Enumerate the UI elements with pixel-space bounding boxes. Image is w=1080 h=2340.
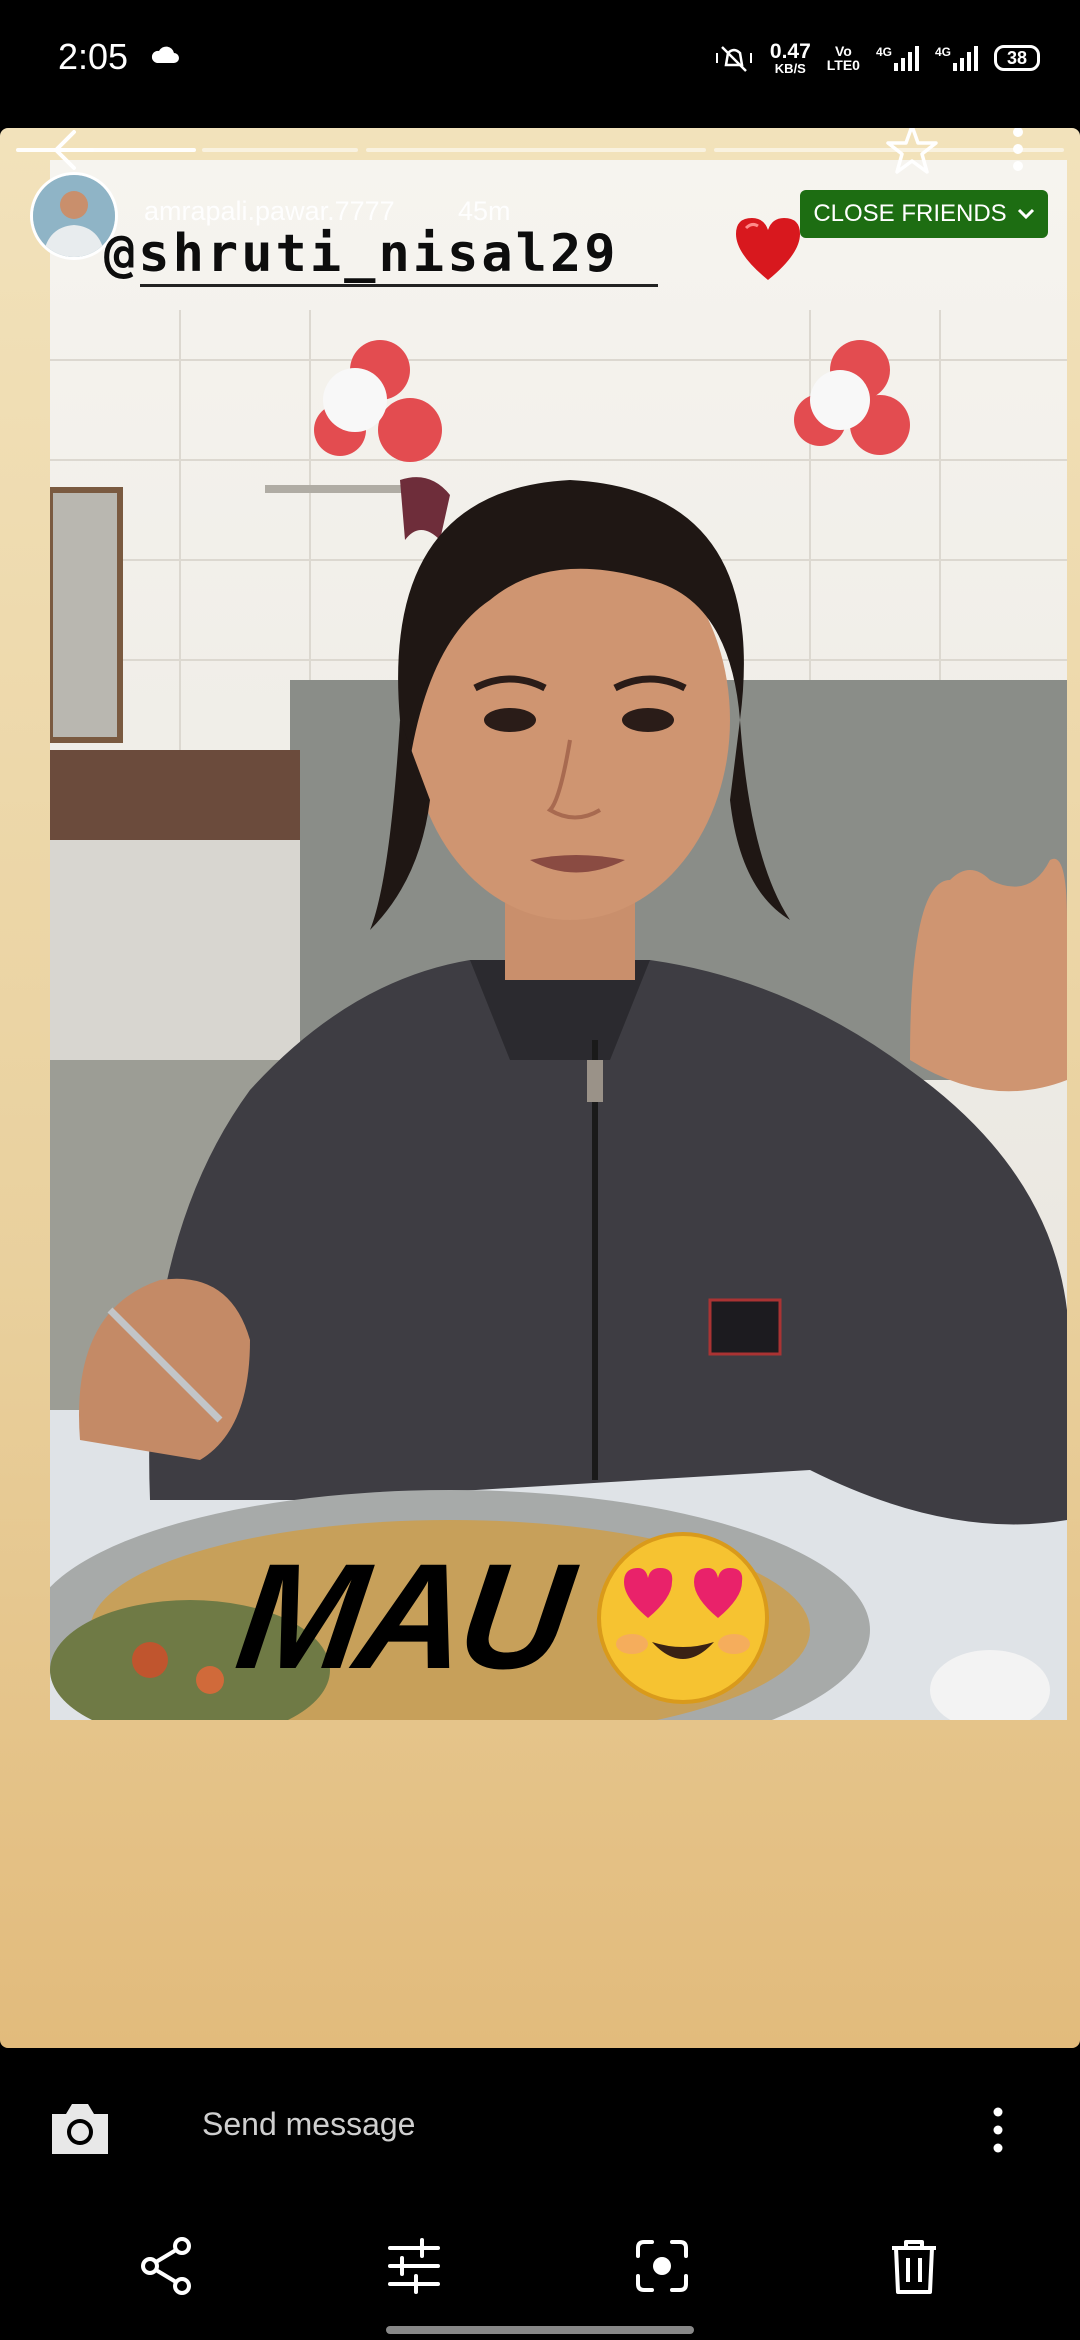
more-vert-icon[interactable] <box>990 2106 1006 2154</box>
camera-icon[interactable] <box>46 2098 114 2158</box>
send-message-input[interactable]: Send message <box>202 2106 415 2143</box>
mention-sticker[interactable]: @shruti_nisal29 <box>104 224 619 284</box>
volte-top: Vo <box>834 43 852 59</box>
share-icon[interactable] <box>138 2236 194 2296</box>
mute-vibrate-icon <box>715 46 752 72</box>
home-indicator[interactable] <box>386 2326 694 2334</box>
signal-bars-icon <box>893 45 919 71</box>
trash-icon[interactable] <box>886 2236 942 2296</box>
mention-underline <box>140 284 658 287</box>
arrow-left-icon[interactable] <box>46 128 98 176</box>
network-speed: 0.47 KB/S <box>770 41 811 75</box>
signal-bars-icon <box>953 45 978 71</box>
story-card[interactable]: amrapali.pawar.7777 45m @shruti_nisal29 … <box>0 128 1080 2048</box>
close-friends-label: CLOSE FRIENDS <box>813 200 1007 227</box>
cloud-icon <box>151 46 179 63</box>
status-bar: 2:05 0.47 KB/S Vo LTE0 4G 4G 38 <box>0 0 1080 120</box>
sim2-label: 4G <box>934 45 951 59</box>
status-time: 2:05 <box>58 36 129 77</box>
text-sticker[interactable]: MAU <box>228 1530 576 1703</box>
star-icon[interactable] <box>884 128 940 178</box>
status-icons: 0.47 KB/S Vo LTE0 4G 4G 38 <box>714 38 1040 78</box>
volte-indicator: Vo LTE0 <box>827 44 860 72</box>
story-progress-segment <box>16 148 196 152</box>
sim1-signal: 4G <box>876 45 919 71</box>
story-progress-segment <box>202 148 358 152</box>
more-vert-icon[interactable] <box>1006 128 1030 174</box>
story-username[interactable]: amrapali.pawar.7777 <box>144 196 395 227</box>
heart-eyes-emoji-icon <box>597 1532 769 1704</box>
battery-indicator: 38 <box>994 45 1040 71</box>
tune-icon[interactable] <box>386 2236 442 2296</box>
sim2-signal: 4G <box>935 45 978 71</box>
chevron-down-icon <box>1017 208 1034 220</box>
story-progress-segment <box>366 148 706 152</box>
close-friends-badge[interactable]: CLOSE FRIENDS <box>800 190 1048 238</box>
net-speed-unit: KB/S <box>774 61 806 76</box>
lens-icon[interactable] <box>634 2236 690 2296</box>
story-time-ago: 45m <box>458 196 511 226</box>
net-speed-value: 0.47 <box>769 40 811 63</box>
volte-bottom: LTE0 <box>826 57 860 73</box>
sim1-label: 4G <box>875 45 892 59</box>
heart-icon <box>736 218 800 280</box>
story-photo <box>50 160 1067 1720</box>
